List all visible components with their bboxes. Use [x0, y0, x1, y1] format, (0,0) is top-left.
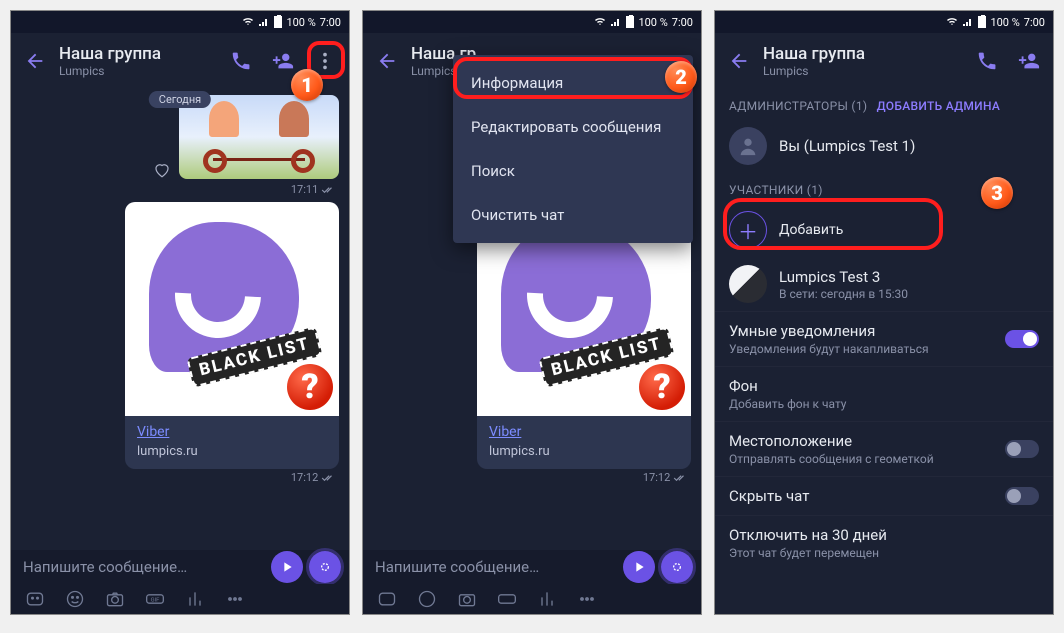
- link-title[interactable]: Viber: [489, 424, 521, 440]
- voice-button[interactable]: [271, 551, 303, 583]
- screen-3-info: 100 % 7:00 Наша группа Lumpics АДМИНИСТР…: [714, 10, 1054, 615]
- menu-item-info[interactable]: Информация: [453, 61, 693, 105]
- clock: 7:00: [672, 16, 693, 29]
- signal-icon: [258, 16, 270, 28]
- camera-icon[interactable]: [457, 589, 477, 609]
- battery-pct: 100 %: [990, 16, 1019, 29]
- back-button[interactable]: [17, 43, 53, 79]
- overflow-menu: Информация Редактировать сообщения Поиск…: [453, 55, 693, 243]
- info-header: Наша группа Lumpics: [715, 33, 1053, 89]
- member-status: В сети: сегодня в 15:30: [779, 287, 908, 301]
- poll-icon[interactable]: [537, 589, 557, 609]
- link-site: lumpics.ru: [489, 444, 679, 459]
- toggle-location[interactable]: [1005, 440, 1039, 458]
- link-site: lumpics.ru: [137, 444, 327, 459]
- add-admin-link[interactable]: ДОБАВИТЬ АДМИНА: [877, 99, 1000, 113]
- add-member-label: Добавить: [779, 222, 843, 238]
- call-button[interactable]: [223, 43, 259, 79]
- setting-background[interactable]: Фон Добавить фон к чату: [715, 366, 1053, 421]
- battery-pct: 100 %: [638, 16, 667, 29]
- chat-title[interactable]: Наша группа: [59, 44, 217, 64]
- member-name: Lumpics Test 3: [779, 268, 908, 286]
- avatar: [729, 265, 767, 303]
- composer-toolbar: GIF: [11, 584, 349, 614]
- step-badge-3: 3: [981, 177, 1013, 209]
- add-participant-button[interactable]: [1011, 43, 1047, 79]
- signal-icon: [610, 16, 622, 28]
- chat-subtitle: Lumpics: [763, 64, 963, 78]
- link-preview-image: BLACK LIST ?: [125, 202, 339, 416]
- poll-icon[interactable]: [185, 589, 205, 609]
- wifi-icon: [242, 16, 254, 28]
- chat-title: Наша группа: [763, 44, 963, 64]
- menu-item-edit-messages[interactable]: Редактировать сообщения: [453, 105, 693, 149]
- emoji-icon[interactable]: [417, 589, 437, 609]
- screen-1-chat: 100 % 7:00 Наша группа Lumpics Сегодня: [10, 10, 350, 615]
- gif-icon[interactable]: GIF: [145, 589, 165, 609]
- info-body: АДМИНИСТРАТОРЫ (1) ДОБАВИТЬ АДМИНА Вы (L…: [715, 89, 1053, 614]
- message-input[interactable]: Напишите сообщение…: [375, 558, 623, 576]
- admin-name: Вы (Lumpics Test 1): [779, 137, 915, 155]
- more-icon[interactable]: [225, 589, 245, 609]
- composer-toolbar: [363, 584, 701, 614]
- wifi-icon: [594, 16, 606, 28]
- setting-hide-chat[interactable]: Скрыть чат: [715, 476, 1053, 515]
- battery-icon: [274, 16, 282, 28]
- menu-item-clear-chat[interactable]: Очистить чат: [453, 193, 693, 237]
- signal-icon: [962, 16, 974, 28]
- admin-row-you[interactable]: Вы (Lumpics Test 1): [715, 119, 1053, 173]
- gif-icon[interactable]: [497, 589, 517, 609]
- status-bar: 100 % 7:00: [715, 11, 1053, 33]
- setting-location[interactable]: Местоположение Отправлять сообщения с ге…: [715, 421, 1053, 476]
- battery-icon: [626, 16, 634, 28]
- wifi-icon: [946, 16, 958, 28]
- setting-smart-notifications[interactable]: Умные уведомления Уведомления будут нака…: [715, 311, 1053, 366]
- send-button[interactable]: [661, 551, 693, 583]
- admins-header: АДМИНИСТРАТОРЫ (1) ДОБАВИТЬ АДМИНА: [715, 89, 1053, 119]
- message-time-2: 17:12: [21, 471, 335, 484]
- camera-icon[interactable]: [105, 589, 125, 609]
- menu-item-search[interactable]: Поиск: [453, 149, 693, 193]
- battery-icon: [978, 16, 986, 28]
- emoji-icon[interactable]: [65, 589, 85, 609]
- step-badge-1: 1: [291, 69, 323, 101]
- toggle-hide-chat[interactable]: [1005, 487, 1039, 505]
- avatar-placeholder-icon: [729, 127, 767, 165]
- composer: Напишите сообщение…: [363, 550, 701, 584]
- message-input[interactable]: Напишите сообщение…: [23, 558, 271, 576]
- back-button[interactable]: [369, 43, 405, 79]
- question-mark-badge: ?: [287, 364, 333, 410]
- call-button[interactable]: [969, 43, 1005, 79]
- clock: 7:00: [1024, 16, 1045, 29]
- status-bar: 100 % 7:00: [363, 11, 701, 33]
- step-badge-2: 2: [665, 61, 697, 93]
- add-member-row[interactable]: ＋ Добавить: [715, 203, 1053, 257]
- setting-mute-30d[interactable]: Отключить на 30 дней Этот чат будет пере…: [715, 515, 1053, 570]
- status-bar: 100 % 7:00: [11, 11, 349, 33]
- link-preview-card[interactable]: BLACK LIST ? Viber lumpics.ru: [125, 202, 339, 469]
- back-button[interactable]: [721, 43, 757, 79]
- message-time-1: 17:11: [21, 183, 335, 196]
- chat-subtitle: Lumpics: [59, 64, 217, 78]
- toggle-smart-notifications[interactable]: [1005, 330, 1039, 348]
- more-icon[interactable]: [577, 589, 597, 609]
- clock: 7:00: [320, 16, 341, 29]
- send-button[interactable]: [309, 551, 341, 583]
- battery-pct: 100 %: [286, 16, 315, 29]
- composer: Напишите сообщение…: [11, 550, 349, 584]
- screen-2-menu: 100 % 7:00 Наша гр Lumpics 17:11 BLACK L…: [362, 10, 702, 615]
- sticker-icon[interactable]: [25, 589, 45, 609]
- sticker-icon[interactable]: [377, 589, 397, 609]
- like-icon[interactable]: [153, 161, 171, 179]
- date-chip: Сегодня: [149, 91, 211, 108]
- chat-body: 17:11 BLACK LIST ? Viber lumpics.ru: [11, 89, 349, 556]
- svg-text:GIF: GIF: [151, 598, 161, 604]
- plus-icon: ＋: [729, 211, 767, 249]
- voice-button[interactable]: [623, 551, 655, 583]
- link-title[interactable]: Viber: [137, 424, 169, 440]
- member-row[interactable]: Lumpics Test 3 В сети: сегодня в 15:30: [715, 257, 1053, 311]
